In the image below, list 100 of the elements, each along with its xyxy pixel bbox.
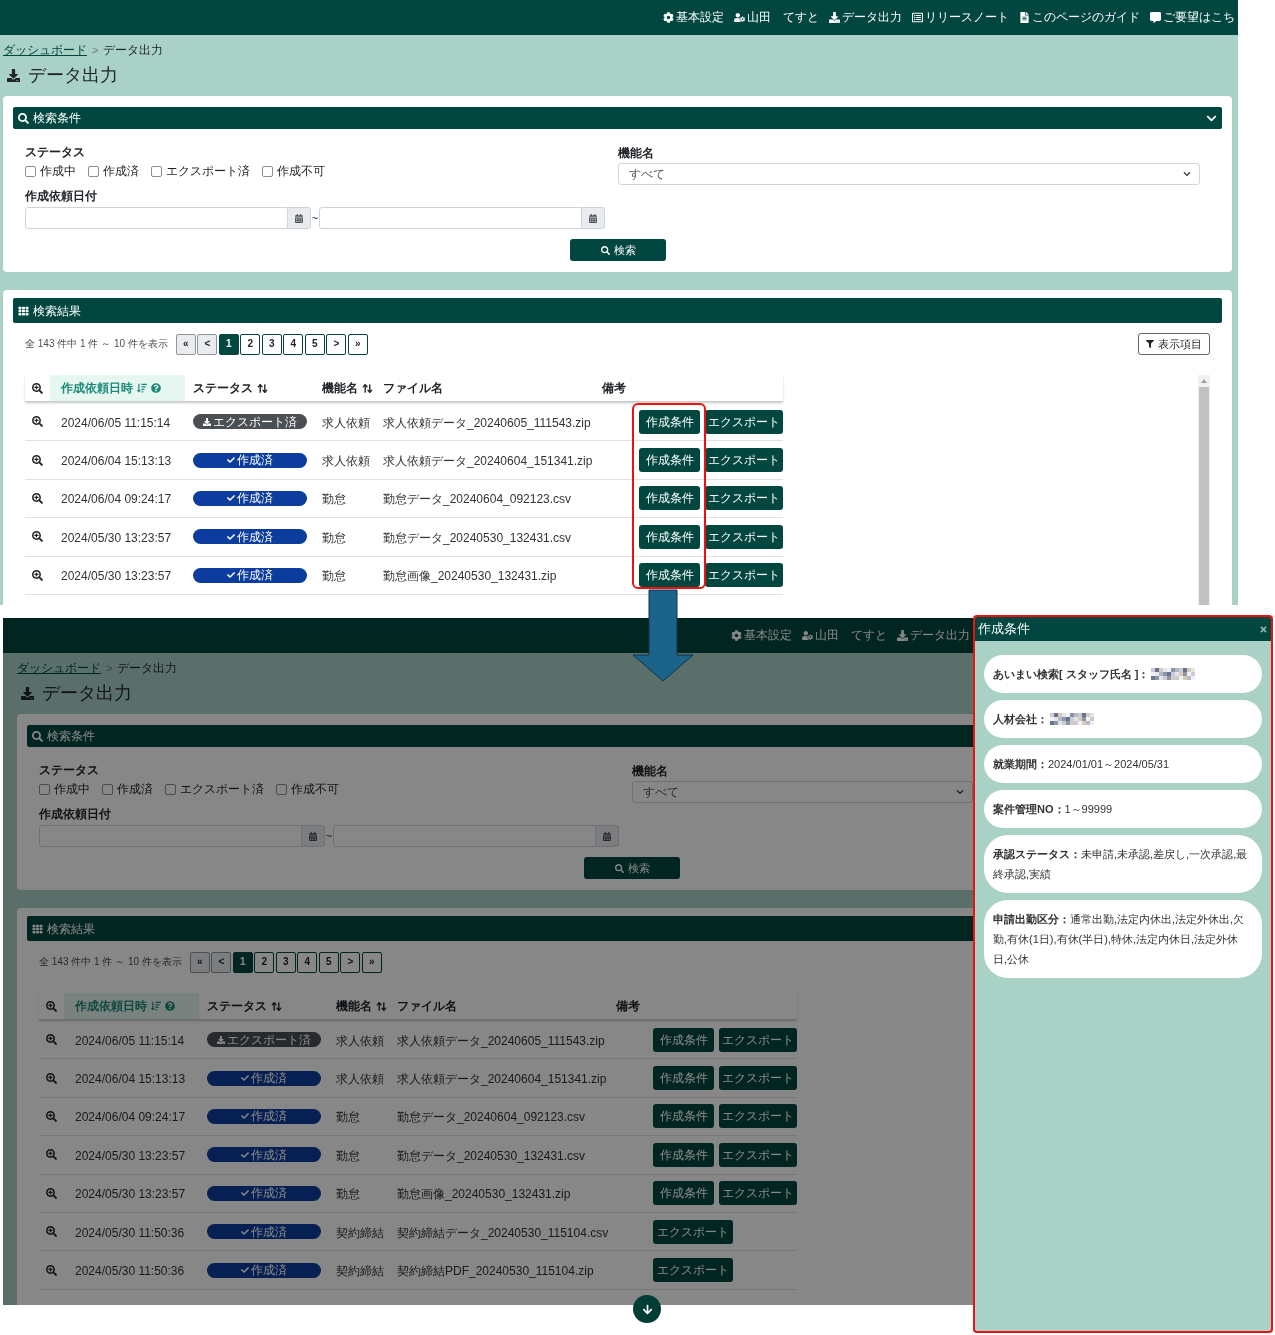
action-button[interactable]: 作成条件 [639, 563, 700, 588]
help-icon[interactable] [151, 383, 161, 393]
column-header[interactable]: 作成依頼日時 [50, 375, 185, 401]
nav-link[interactable]: 基本設定 [663, 10, 724, 25]
search-panel-header[interactable]: 検索条件 [13, 107, 1222, 129]
action-button[interactable]: 作成条件 [653, 1142, 714, 1167]
date-field[interactable] [333, 825, 596, 847]
column-header[interactable]: ステータス [193, 380, 268, 396]
column-header[interactable]: 機能名 [336, 998, 387, 1014]
checkbox[interactable] [25, 165, 36, 177]
checkbox[interactable] [165, 783, 176, 795]
action-button[interactable]: エクスポート [719, 1142, 797, 1167]
action-button[interactable]: 作成条件 [639, 486, 700, 511]
result-count: 全 143 件中 1 件 ～ 10 件を表示 [39, 956, 182, 968]
action-button[interactable]: エクスポート [705, 524, 783, 549]
page-button[interactable]: 3 [275, 951, 296, 973]
nav-link[interactable]: 山田 てすと [734, 10, 819, 25]
checkbox-label: 作成不可 [277, 164, 325, 178]
search-button[interactable]: 検索 [584, 857, 680, 879]
column-header[interactable]: 機能名 [322, 380, 373, 396]
action-button[interactable]: 作成条件 [639, 409, 700, 434]
checkbox[interactable] [88, 165, 99, 177]
scroll-down-button[interactable] [633, 1295, 661, 1323]
download-icon [7, 68, 20, 82]
calendar-button[interactable] [302, 825, 325, 847]
page-button[interactable]: » [361, 951, 382, 973]
page-button[interactable]: » [347, 333, 368, 355]
date-field[interactable] [25, 207, 288, 229]
action-button[interactable]: エクスポート [705, 409, 783, 434]
action-button[interactable]: エクスポート [705, 448, 783, 473]
action-button[interactable]: 作成条件 [653, 1027, 714, 1052]
zoom-in-icon[interactable] [32, 569, 43, 581]
function-cell: 勤怠 [336, 1187, 360, 1202]
page-button[interactable]: 5 [304, 333, 325, 355]
checkbox[interactable] [151, 165, 162, 177]
action-button[interactable]: エクスポート [719, 1104, 797, 1129]
page-button[interactable]: 5 [318, 951, 339, 973]
help-icon[interactable] [165, 1001, 175, 1011]
zoom-in-icon[interactable] [32, 382, 43, 394]
checkbox[interactable] [276, 783, 287, 795]
action-button[interactable]: 作成条件 [653, 1181, 714, 1206]
page-button[interactable]: 2 [240, 333, 261, 355]
search-panel-header[interactable]: 検索条件 [27, 725, 973, 747]
nav-link[interactable]: データ出力 [897, 628, 970, 643]
date-field[interactable] [39, 825, 302, 847]
function-select[interactable]: すべて [632, 781, 973, 803]
checkbox[interactable] [262, 165, 273, 177]
condition-text: 就業期間：2024/01/01～2024/05/31 [993, 757, 1170, 772]
checkbox[interactable] [102, 783, 113, 795]
page-button[interactable]: 4 [283, 333, 304, 355]
check-icon [241, 1112, 249, 1121]
action-button[interactable]: エクスポート [719, 1027, 797, 1052]
calendar-button[interactable] [582, 207, 605, 229]
nav-link[interactable]: 山田 てすと [802, 628, 887, 643]
action-button[interactable]: エクスポート [705, 563, 783, 588]
page-button[interactable]: 1 [218, 333, 239, 355]
column-header[interactable]: ステータス [207, 998, 282, 1014]
grid-icon [32, 923, 43, 934]
page-button[interactable]: 2 [254, 951, 275, 973]
action-button[interactable]: エクスポート [653, 1219, 733, 1244]
close-icon[interactable] [1259, 624, 1268, 634]
page-button[interactable]: 3 [261, 333, 282, 355]
download-icon [21, 686, 34, 700]
calendar-button[interactable] [596, 825, 619, 847]
nav-link[interactable]: リリースノート [912, 10, 1009, 25]
action-button[interactable]: エクスポート [719, 1066, 797, 1091]
zoom-in-icon[interactable] [32, 454, 43, 466]
calendar-icon [295, 213, 303, 223]
sort-icon [362, 382, 373, 394]
page-button[interactable]: 4 [297, 951, 318, 973]
page-button[interactable]: > [340, 951, 361, 973]
filename-cell: 勤怠画像_20240530_132431.zip [397, 1187, 571, 1202]
column-settings-button[interactable]: 表示項目 [1138, 333, 1210, 355]
page-button[interactable]: > [326, 333, 347, 355]
zoom-in-icon[interactable] [32, 492, 43, 504]
search-button[interactable]: 検索 [570, 239, 666, 261]
nav-link[interactable]: ご要望はこち [1150, 10, 1235, 25]
pixelated-redaction-icon [1151, 668, 1196, 680]
scrollbar[interactable] [1198, 375, 1210, 605]
calendar-button[interactable] [288, 207, 311, 229]
checkbox[interactable] [39, 783, 50, 795]
zoom-in-icon[interactable] [32, 531, 43, 543]
action-button[interactable]: エクスポート [705, 486, 783, 511]
action-button[interactable]: エクスポート [653, 1258, 733, 1283]
action-button[interactable]: 作成条件 [653, 1104, 714, 1129]
search-icon [18, 112, 29, 124]
action-button[interactable]: 作成条件 [639, 524, 700, 549]
function-select[interactable]: すべて [618, 163, 1200, 185]
breadcrumb-link[interactable]: ダッシュボード [3, 43, 87, 58]
nav-link[interactable]: このページのガイド [1019, 10, 1140, 25]
function-cell: 勤怠 [336, 1110, 360, 1125]
action-button[interactable]: エクスポート [719, 1181, 797, 1206]
nav-link[interactable]: 基本設定 [731, 628, 792, 643]
zoom-in-icon[interactable] [32, 416, 43, 428]
nav-link[interactable]: データ出力 [829, 10, 902, 25]
action-button[interactable]: 作成条件 [653, 1066, 714, 1091]
checkbox-label: エクスポート済 [166, 164, 250, 178]
page-button[interactable]: 1 [232, 951, 253, 973]
action-button[interactable]: 作成条件 [639, 448, 700, 473]
date-field[interactable] [319, 207, 582, 229]
